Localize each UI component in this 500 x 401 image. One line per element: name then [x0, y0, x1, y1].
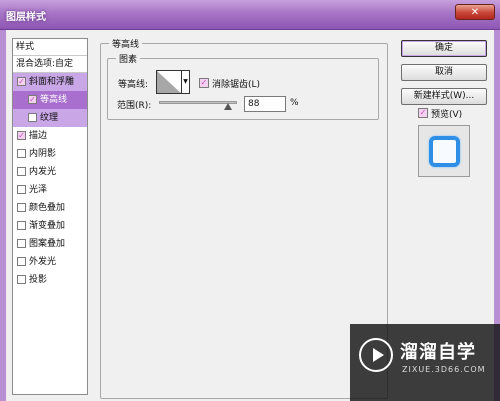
- style-item-outer-glow[interactable]: 外发光: [13, 253, 87, 271]
- style-item-bevel-emboss[interactable]: ✓ 斜面和浮雕: [13, 73, 87, 91]
- style-item-label: 外发光: [29, 257, 57, 267]
- range-label: 范围(R):: [117, 101, 152, 111]
- style-item-inner-shadow[interactable]: 内阴影: [13, 145, 87, 163]
- contour-curve-preview: [157, 71, 181, 93]
- window-frame-left: [0, 30, 6, 401]
- chevron-down-icon[interactable]: ▼: [182, 70, 190, 94]
- inner-glow-checkbox[interactable]: [17, 167, 26, 176]
- color-overlay-checkbox[interactable]: [17, 203, 26, 212]
- stroke-checkbox[interactable]: ✓: [17, 131, 26, 140]
- style-item-label: 渐变叠加: [29, 221, 66, 231]
- style-item-label: 斜面和浮雕: [29, 77, 75, 87]
- window-title: 图层样式: [6, 12, 46, 23]
- range-unit: %: [290, 98, 299, 108]
- style-item-stroke[interactable]: ✓ 描边: [13, 127, 87, 145]
- range-input[interactable]: 88: [244, 96, 286, 112]
- contour-group-title: 等高线: [109, 37, 143, 50]
- title-bar: 图层样式 ✕: [0, 0, 500, 30]
- blending-options-item[interactable]: 混合选项:自定: [13, 56, 87, 73]
- style-item-label: 内发光: [29, 167, 57, 177]
- play-logo-icon: [359, 338, 393, 372]
- watermark-title: 溜溜自学: [400, 342, 476, 363]
- preview-label[interactable]: 预览(V): [431, 107, 462, 120]
- style-item-satin[interactable]: 光泽: [13, 181, 87, 199]
- outer-glow-checkbox[interactable]: [17, 257, 26, 266]
- preview-square-icon: [429, 136, 460, 167]
- style-item-texture[interactable]: 纹理: [13, 109, 87, 127]
- style-item-label: 描边: [29, 131, 48, 141]
- contour-picker[interactable]: [156, 70, 182, 94]
- watermark: 溜溜自学 ZIXUE.3D66.COM: [350, 324, 500, 401]
- antialias-checkbox[interactable]: ✓: [199, 78, 209, 88]
- contour-checkbox[interactable]: ✓: [28, 95, 37, 104]
- style-item-label: 等高线: [40, 95, 68, 105]
- contour-label: 等高线:: [118, 80, 149, 90]
- close-icon: ✕: [470, 6, 480, 18]
- pattern-overlay-checkbox[interactable]: [17, 239, 26, 248]
- style-item-label: 光泽: [29, 185, 48, 195]
- cancel-button[interactable]: 取消: [401, 64, 487, 81]
- style-item-inner-glow[interactable]: 内发光: [13, 163, 87, 181]
- bevel-emboss-checkbox[interactable]: ✓: [17, 77, 26, 86]
- satin-checkbox[interactable]: [17, 185, 26, 194]
- style-item-label: 内阴影: [29, 149, 57, 159]
- style-item-pattern-overlay[interactable]: 图案叠加: [13, 235, 87, 253]
- style-item-label: 颜色叠加: [29, 203, 66, 213]
- texture-checkbox[interactable]: [28, 113, 37, 122]
- styles-header[interactable]: 样式: [13, 39, 87, 56]
- elements-group-title: 图素: [116, 52, 141, 65]
- inner-shadow-checkbox[interactable]: [17, 149, 26, 158]
- style-item-label: 投影: [29, 275, 48, 285]
- preview-checkbox[interactable]: ✓: [418, 108, 428, 118]
- watermark-url: ZIXUE.3D66.COM: [402, 365, 486, 374]
- close-button[interactable]: ✕: [455, 4, 495, 20]
- style-item-gradient-overlay[interactable]: 渐变叠加: [13, 217, 87, 235]
- style-item-contour[interactable]: ✓ 等高线: [13, 91, 87, 109]
- style-item-drop-shadow[interactable]: 投影: [13, 271, 87, 289]
- range-slider-handle[interactable]: [224, 103, 232, 110]
- style-preview: [418, 125, 470, 177]
- gradient-overlay-checkbox[interactable]: [17, 221, 26, 230]
- style-item-label: 图案叠加: [29, 239, 66, 249]
- style-item-label: 纹理: [40, 113, 59, 123]
- styles-list: 样式 混合选项:自定 ✓ 斜面和浮雕 ✓ 等高线 纹理 ✓ 描边 内阴影 内发光…: [12, 38, 88, 395]
- style-item-color-overlay[interactable]: 颜色叠加: [13, 199, 87, 217]
- antialias-label[interactable]: 消除锯齿(L): [212, 77, 260, 90]
- ok-button[interactable]: 确定: [401, 40, 487, 57]
- drop-shadow-checkbox[interactable]: [17, 275, 26, 284]
- new-style-button[interactable]: 新建样式(W)...: [401, 88, 487, 105]
